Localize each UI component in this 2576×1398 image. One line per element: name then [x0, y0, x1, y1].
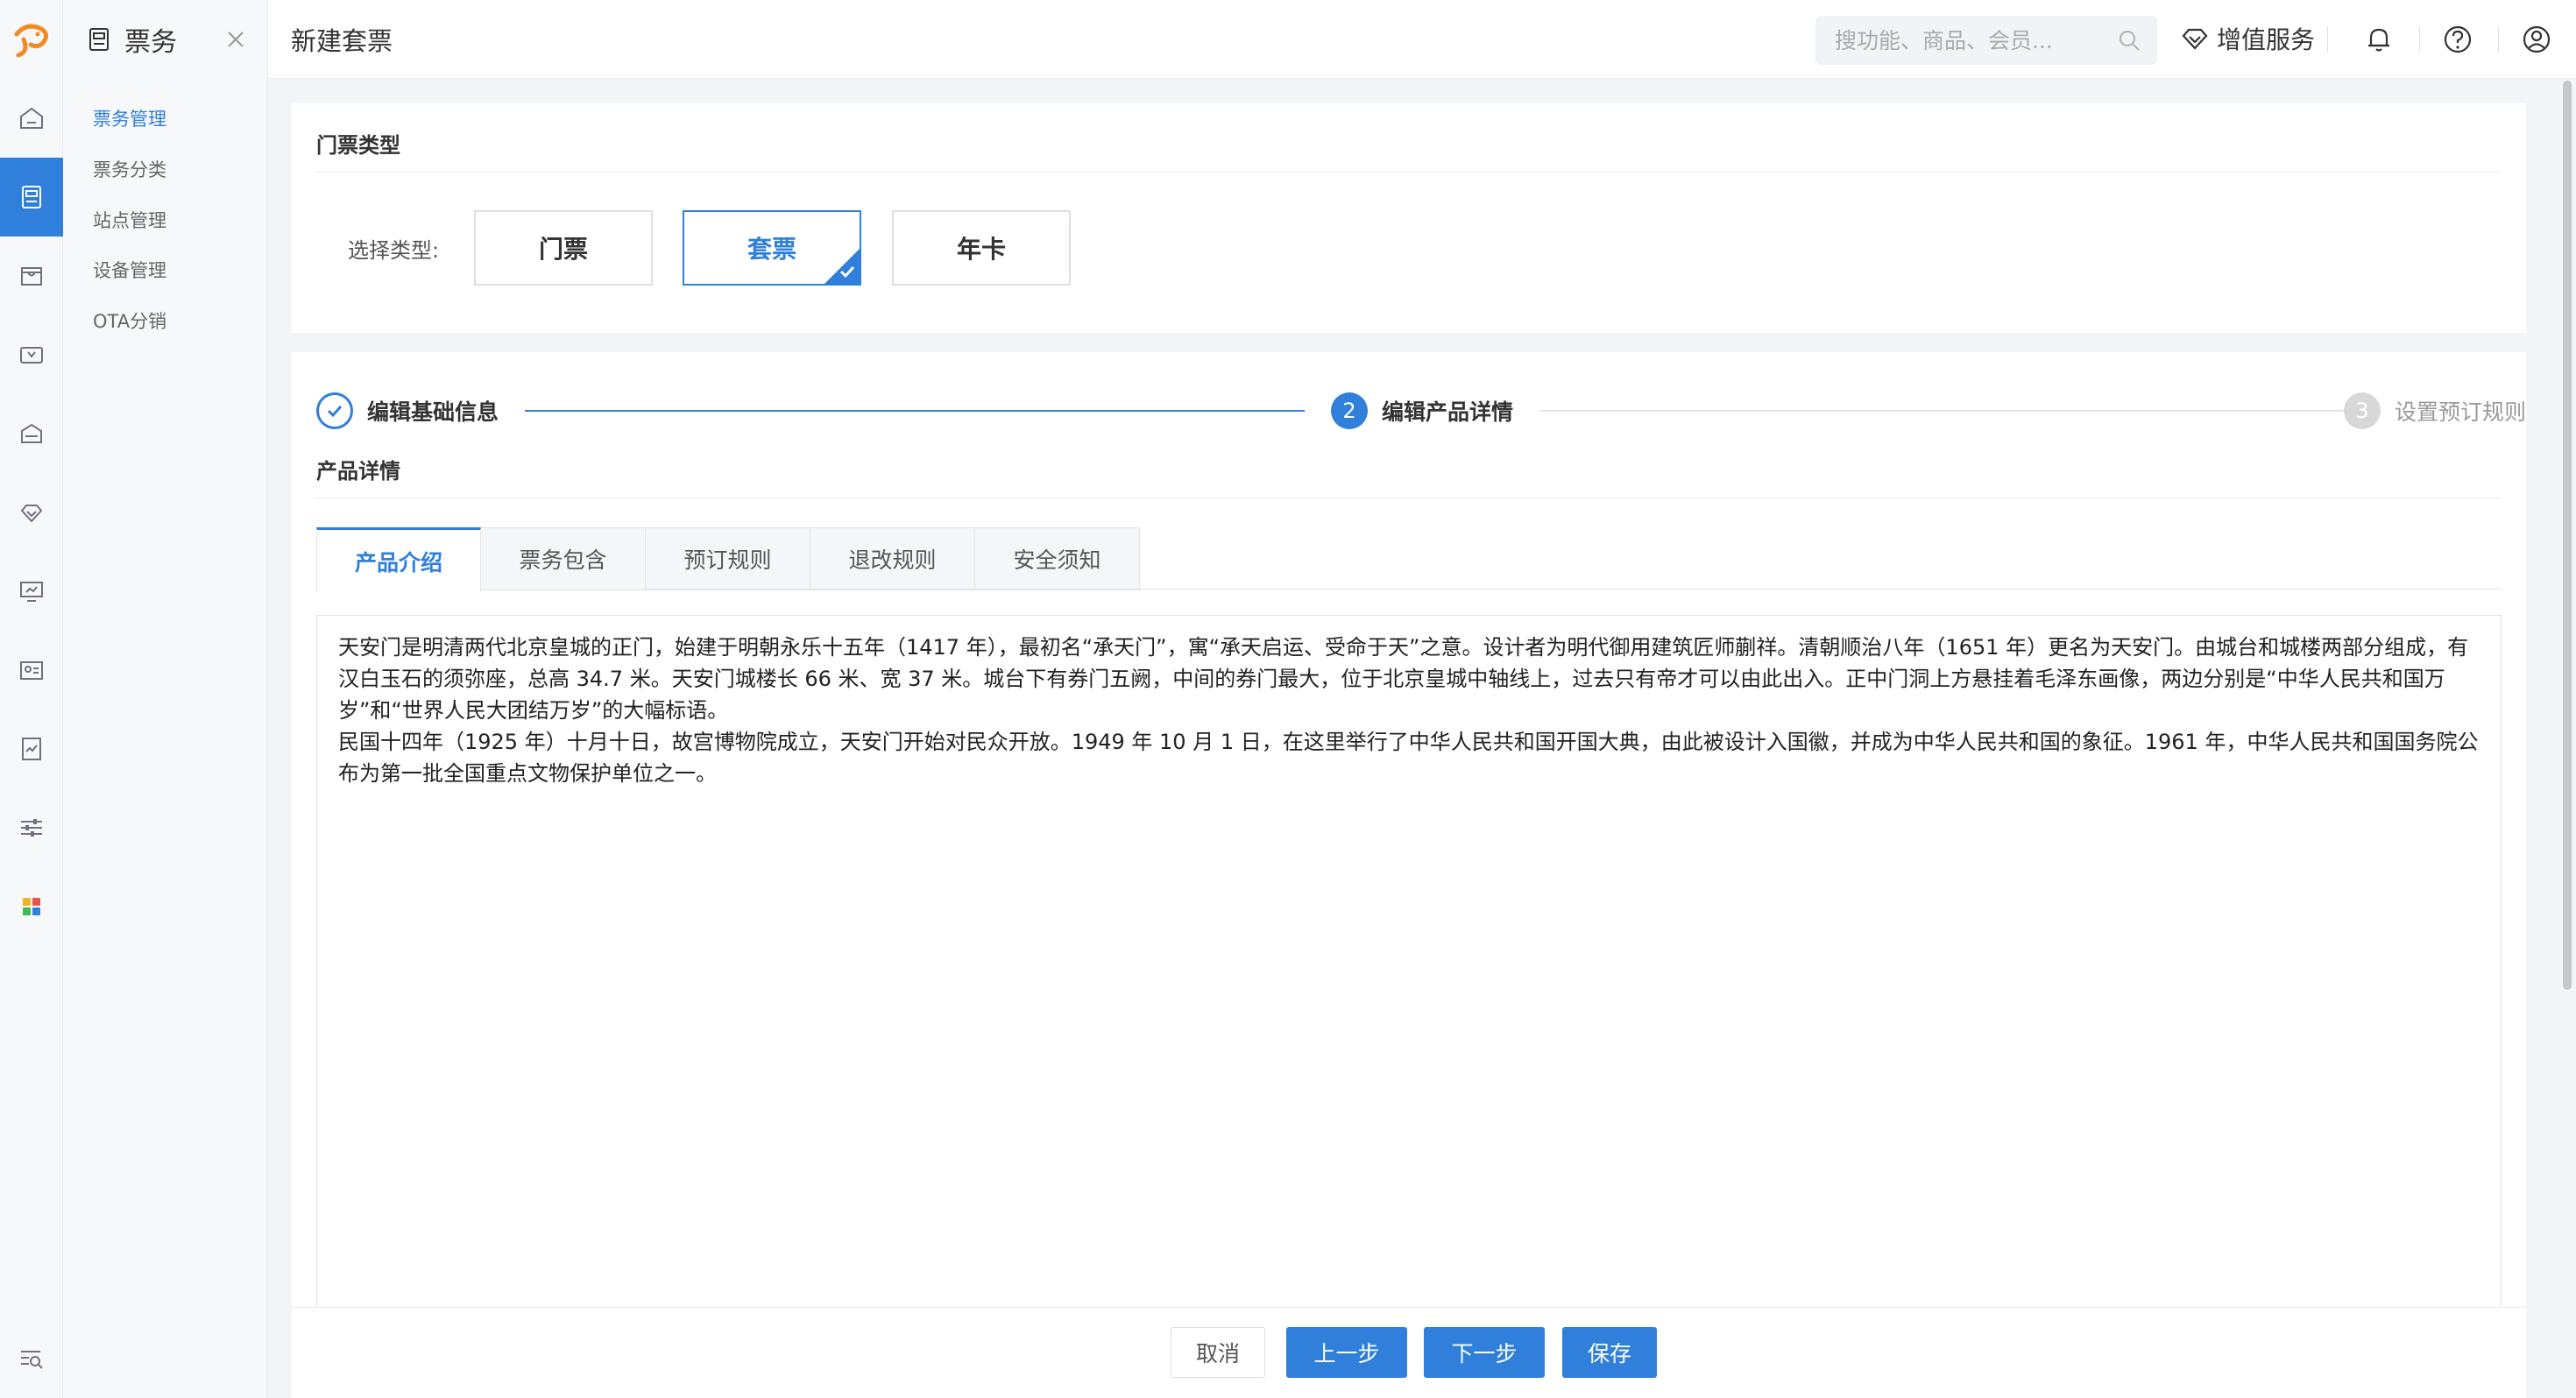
tab-booking-rules[interactable]: 预订规则	[646, 527, 810, 590]
details-panel: 编辑基础信息 2 编辑产品详情 3 设置预订规则 产品详情 产品介绍 票务包含 …	[292, 352, 2526, 1398]
divider	[2498, 26, 2499, 53]
ticket-type-title: 门票类型	[316, 133, 400, 158]
tab-refund-rules[interactable]: 退改规则	[810, 527, 975, 590]
submenu-title: 票务	[124, 27, 177, 58]
step-label: 编辑产品详情	[1382, 399, 1514, 425]
step-connector	[525, 410, 1305, 412]
help-icon[interactable]	[2441, 23, 2474, 56]
type-option-label: 套票	[747, 235, 796, 264]
submenu-item-ticket-category[interactable]: 票务分类	[93, 156, 166, 182]
prev-step-button[interactable]: 上一步	[1286, 1327, 1407, 1378]
action-bar: 取消 上一步 下一步 保存	[292, 1307, 2526, 1398]
tabs-baseline	[646, 589, 2502, 590]
store-icon	[21, 267, 42, 286]
report-icon	[22, 738, 41, 760]
rail-settings[interactable]	[0, 788, 63, 867]
ticket-icon	[89, 28, 109, 51]
rail-search-list[interactable]	[0, 1319, 63, 1398]
type-option-package[interactable]: 套票	[683, 210, 861, 286]
type-option-ticket[interactable]: 门票	[474, 210, 653, 286]
submenu: 票务 票务管理 票务分类 站点管理 设备管理 OTA分销	[63, 0, 268, 1398]
rail-bus[interactable]	[0, 394, 63, 473]
rail-diamond[interactable]	[0, 473, 63, 552]
rail-wallet[interactable]	[0, 315, 63, 394]
bus-icon	[21, 423, 42, 443]
submenu-header: 票务	[63, 0, 267, 79]
step-number: 3	[2344, 392, 2381, 429]
details-tabs: 产品介绍 票务包含 预订规则 退改规则 安全须知	[316, 527, 1140, 592]
cancel-button[interactable]: 取消	[1171, 1327, 1265, 1378]
rail-report[interactable]	[0, 710, 63, 788]
step-label: 设置预订规则	[2395, 399, 2527, 425]
rail-id-card[interactable]	[0, 631, 63, 710]
step-3: 3 设置预订规则	[2344, 392, 2526, 429]
search-list-icon	[21, 1351, 43, 1369]
step-number: 2	[1331, 392, 1368, 429]
search-input[interactable]	[1815, 16, 2096, 65]
apps-icon	[23, 898, 40, 915]
step-done-indicator	[316, 392, 353, 429]
logo-icon	[14, 24, 48, 57]
ticket-type-panel: 门票类型 选择类型: 门票 套票 年卡	[292, 103, 2526, 333]
rail-home[interactable]	[0, 79, 63, 158]
ticket-icon	[22, 186, 41, 208]
rail-store[interactable]	[0, 237, 63, 315]
home-icon	[20, 107, 43, 129]
step-connector	[1539, 410, 2349, 412]
page-title: 新建套票	[291, 26, 393, 56]
diamond-icon	[20, 505, 43, 523]
save-button[interactable]: 保存	[1562, 1327, 1657, 1378]
step-label: 编辑基础信息	[367, 399, 499, 425]
submenu-item-site-management[interactable]: 站点管理	[93, 207, 166, 233]
type-label: 选择类型:	[348, 238, 440, 263]
rail-apps[interactable]	[0, 867, 63, 946]
settings-sliders-icon	[21, 819, 42, 837]
submenu-item-device-management[interactable]: 设备管理	[93, 257, 166, 283]
diamond-icon	[2182, 28, 2208, 50]
tab-safety-notice[interactable]: 安全须知	[975, 527, 1140, 590]
top-bar: 新建套票 增值服务	[268, 0, 2576, 79]
type-option-annual-card[interactable]: 年卡	[892, 210, 1071, 286]
rail-ticket[interactable]	[0, 158, 63, 237]
intro-paragraph: 天安门是明清两代北京皇城的正门，始建于明朝永乐十五年（1417 年），最初名“承…	[338, 635, 2469, 723]
details-title: 产品详情	[316, 459, 400, 484]
next-step-button[interactable]: 下一步	[1424, 1327, 1545, 1378]
submenu-item-ota[interactable]: OTA分销	[93, 307, 166, 334]
tab-ticket-includes[interactable]: 票务包含	[481, 527, 646, 590]
step-2: 2 编辑产品详情	[1331, 392, 1513, 429]
wallet-icon	[20, 347, 43, 364]
divider	[316, 172, 2502, 173]
submenu-item-ticket-management[interactable]: 票务管理	[93, 105, 166, 131]
vip-label: 增值服务	[2217, 25, 2316, 54]
value-added-services[interactable]: 增值服务	[2180, 21, 2315, 56]
user-icon[interactable]	[2520, 23, 2553, 56]
tab-product-intro[interactable]: 产品介绍	[316, 527, 481, 592]
divider	[2327, 26, 2328, 53]
rail-monitor[interactable]	[0, 552, 63, 631]
step-1: 编辑基础信息	[316, 392, 499, 429]
intro-paragraph: 民国十四年（1925 年）十月十日，故宫博物院成立，天安门开始对民众开放。194…	[338, 730, 2479, 786]
check-icon	[839, 265, 855, 279]
close-icon[interactable]	[221, 25, 251, 54]
global-search[interactable]	[1815, 16, 2157, 65]
search-icon[interactable]	[2117, 28, 2141, 53]
check-icon	[327, 405, 343, 418]
app-logo[interactable]	[0, 0, 63, 79]
monitor-icon	[20, 582, 43, 602]
icon-rail	[0, 0, 63, 1398]
product-intro-editor[interactable]: 天安门是明清两代北京皇城的正门，始建于明朝永乐十五年（1417 年），最初名“承…	[316, 615, 2502, 1398]
divider	[2419, 26, 2420, 53]
id-card-icon	[20, 661, 43, 680]
scrollbar-thumb[interactable]	[2563, 81, 2572, 990]
type-option-label: 门票	[538, 235, 588, 264]
type-option-label: 年卡	[956, 235, 1006, 264]
bell-icon[interactable]	[2362, 23, 2396, 56]
